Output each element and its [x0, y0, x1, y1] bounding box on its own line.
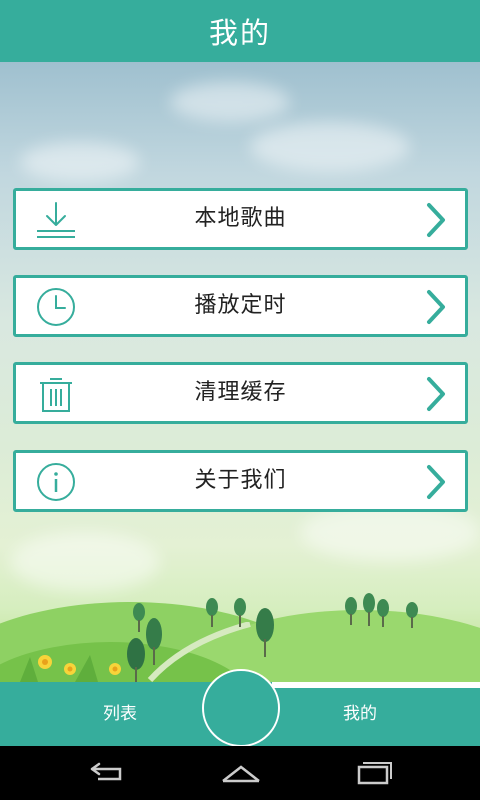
chevron-right-icon — [427, 290, 445, 324]
chevron-right-icon — [427, 203, 445, 237]
menu-item-local-songs[interactable]: 本地歌曲 — [13, 188, 468, 250]
tab-mine[interactable]: 我的 — [300, 682, 420, 746]
home-icon[interactable] — [221, 759, 261, 787]
menu-item-label: 清理缓存 — [194, 380, 287, 405]
menu-item-label: 本地歌曲 — [194, 206, 287, 231]
page-title: 我的 — [208, 16, 271, 50]
menu-item-about-us[interactable]: 关于我们 — [13, 450, 468, 512]
menu-item-clear-cache[interactable]: 清理缓存 — [13, 362, 468, 424]
title-bar: 我的 — [0, 0, 480, 62]
menu-item-label: 关于我们 — [194, 468, 287, 493]
menu-item-play-timer[interactable]: 播放定时 — [13, 275, 468, 337]
system-nav-bar — [0, 746, 480, 800]
active-tab-indicator — [272, 682, 480, 688]
center-circle-button[interactable] — [202, 669, 280, 747]
content-area: 本地歌曲 播放定时 清理缓存 关于我们 — [0, 62, 480, 682]
tab-list[interactable]: 列表 — [60, 682, 180, 746]
back-icon[interactable] — [88, 759, 128, 787]
chevron-right-icon — [427, 465, 445, 499]
menu-item-label: 播放定时 — [194, 293, 287, 318]
recents-icon[interactable] — [353, 759, 393, 787]
chevron-right-icon — [427, 377, 445, 411]
